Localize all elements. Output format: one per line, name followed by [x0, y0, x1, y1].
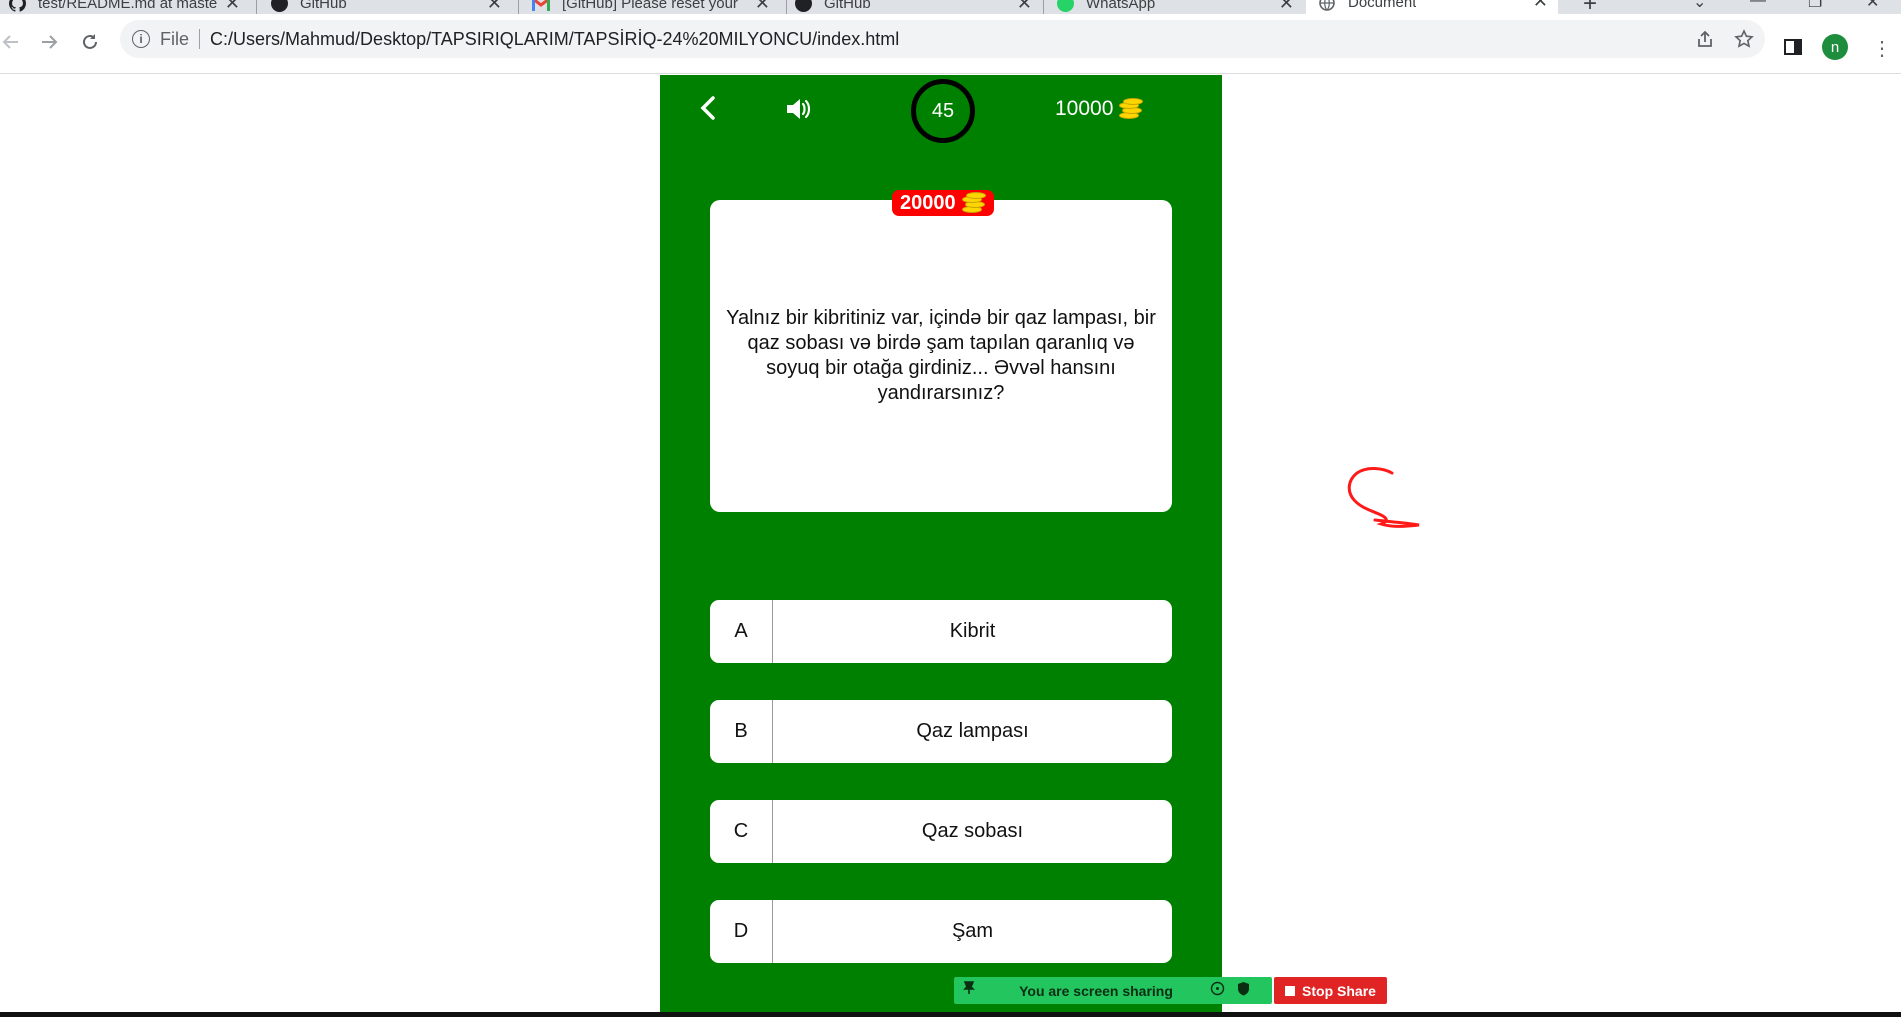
screen-share-bar: You are screen sharing Stop Share	[954, 977, 1387, 1004]
answer-option-b[interactable]: B Qaz lampası	[710, 700, 1172, 763]
shield-icon	[1237, 981, 1250, 1001]
coins-icon	[1119, 98, 1144, 120]
tab-document[interactable]: Document ✕	[1306, 0, 1558, 14]
screen-share-status: You are screen sharing	[1019, 982, 1173, 999]
tab-title: GitHub	[300, 0, 347, 12]
freehand-annotation	[1347, 467, 1420, 528]
close-tab-icon[interactable]: ✕	[487, 0, 502, 14]
reload-icon[interactable]	[76, 28, 104, 56]
prize-value: 20000	[900, 191, 956, 214]
github-icon	[270, 0, 288, 13]
new-tab-icon[interactable]: +	[1583, 0, 1597, 14]
answer-text: Qaz lampası	[916, 720, 1029, 742]
restore-icon[interactable]: ❐	[1808, 0, 1822, 12]
minimize-icon[interactable]: —	[1750, 0, 1766, 10]
game-panel: 45 10000 Yalnız bir kibritiniz var, için…	[660, 75, 1222, 1017]
question-text: Yalnız bir kibritiniz var, içində bir qa…	[726, 307, 1156, 404]
answer-option-c[interactable]: C Qaz sobası	[710, 800, 1172, 863]
answer-letter: A	[710, 600, 773, 663]
tab-gmail[interactable]: [GitHub] Please reset your p ✕	[532, 0, 770, 14]
answer-letter: C	[710, 800, 773, 863]
share-icon[interactable]	[1695, 20, 1715, 58]
answer-option-d[interactable]: D Şam	[710, 900, 1172, 963]
address-bar[interactable]: i File C:/Users/Mahmud/Desktop/TAPSIRIQL…	[120, 20, 1765, 58]
stop-share-label: Stop Share	[1302, 982, 1376, 999]
url-scheme-label: File	[160, 28, 190, 49]
forward-arrow-icon[interactable]	[36, 28, 64, 56]
answer-letter: B	[710, 700, 773, 763]
whatsapp-icon	[1056, 0, 1074, 13]
gmail-icon	[532, 0, 550, 13]
back-arrow-icon[interactable]	[0, 28, 24, 56]
pin-icon[interactable]	[962, 981, 976, 1000]
answer-text: Kibrit	[949, 620, 996, 642]
tab-title: test/README.md at master	[38, 0, 218, 12]
tab-github-2[interactable]: GitHub ✕	[794, 0, 1032, 14]
answer-option-a[interactable]: A Kibrit	[710, 600, 1172, 663]
question-card: Yalnız bir kibritiniz var, içində bir qa…	[710, 200, 1172, 512]
github-icon	[8, 0, 26, 13]
kebab-menu-icon[interactable]: ⋮	[1872, 36, 1892, 61]
close-tab-icon[interactable]: ✕	[755, 0, 770, 14]
pause-circle-icon[interactable]	[1210, 981, 1225, 1001]
avatar[interactable]: n	[1822, 34, 1848, 60]
answer-text: Şam	[951, 920, 994, 942]
prize-badge: 20000	[892, 190, 994, 216]
globe-icon	[1318, 0, 1336, 12]
tab-title: GitHub	[824, 0, 871, 12]
tab-readme[interactable]: test/README.md at master ✕	[8, 0, 240, 14]
close-tab-icon[interactable]: ✕	[1279, 0, 1294, 14]
taskbar-edge	[0, 1012, 1901, 1017]
url-text[interactable]: C:/Users/Mahmud/Desktop/TAPSIRIQLARIM/TA…	[210, 29, 899, 50]
answer-letter: D	[710, 900, 773, 963]
stop-square-icon	[1285, 985, 1296, 996]
tab-title: WhatsApp	[1086, 0, 1156, 12]
close-tab-icon[interactable]: ✕	[1533, 0, 1548, 12]
tab-strip: test/README.md at master ✕ GitHub ✕ [Git…	[0, 0, 1901, 14]
github-icon	[794, 0, 812, 13]
close-tab-icon[interactable]: ✕	[1017, 0, 1032, 14]
close-tab-icon[interactable]: ✕	[225, 0, 240, 14]
info-icon[interactable]: i	[132, 30, 150, 48]
speaker-icon[interactable]	[784, 95, 814, 123]
close-window-icon[interactable]: ✕	[1866, 0, 1879, 12]
browser-toolbar: i File C:/Users/Mahmud/Desktop/TAPSIRIQL…	[0, 14, 1901, 74]
tab-github-1[interactable]: GitHub ✕	[270, 0, 502, 14]
countdown-timer: 45	[911, 79, 975, 143]
back-icon[interactable]	[694, 93, 724, 123]
stop-share-button[interactable]: Stop Share	[1274, 977, 1387, 1004]
tab-title: [GitHub] Please reset your p	[562, 0, 742, 12]
coin-balance: 10000	[1055, 97, 1144, 121]
side-panel-icon[interactable]	[1784, 39, 1802, 60]
answer-text: Qaz sobası	[921, 820, 1024, 842]
tab-whatsapp[interactable]: WhatsApp ✕	[1056, 0, 1294, 14]
chevron-down-icon[interactable]: ⌄	[1693, 0, 1706, 12]
bookmark-star-icon[interactable]	[1734, 20, 1754, 58]
tab-title: Document	[1348, 0, 1417, 11]
coins-icon	[961, 192, 986, 214]
coin-balance-value: 10000	[1055, 97, 1114, 120]
